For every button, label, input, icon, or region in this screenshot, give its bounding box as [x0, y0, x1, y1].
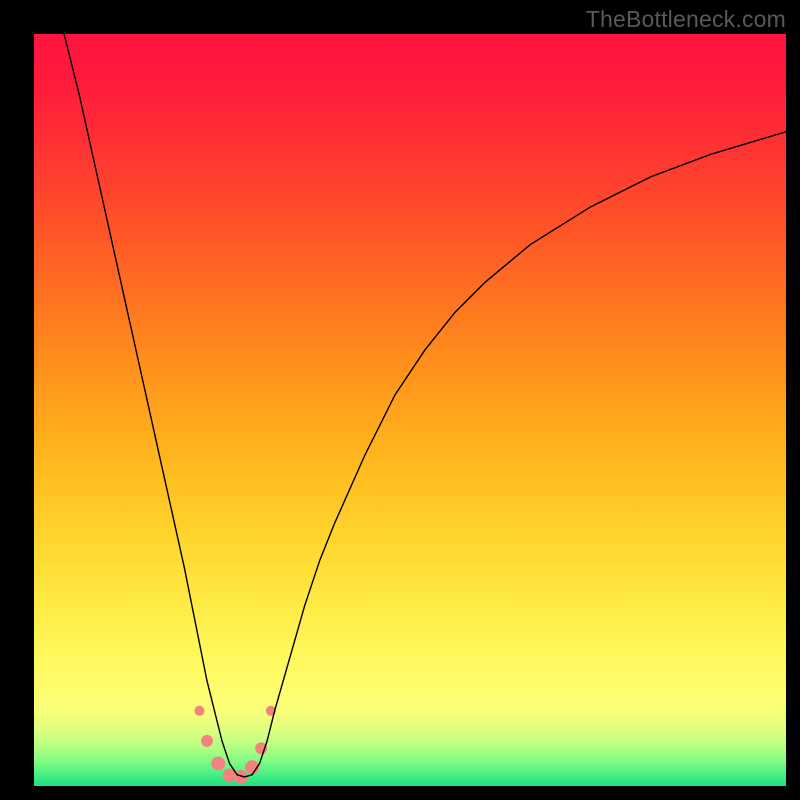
marker-dot — [211, 756, 225, 770]
marker-dot — [194, 706, 204, 716]
curve-layer — [34, 34, 786, 786]
marker-dot — [201, 735, 213, 747]
chart-frame: TheBottleneck.com — [0, 0, 800, 800]
plot-area — [34, 34, 786, 786]
bottleneck-curve — [64, 34, 786, 777]
watermark-text: TheBottleneck.com — [586, 6, 786, 33]
